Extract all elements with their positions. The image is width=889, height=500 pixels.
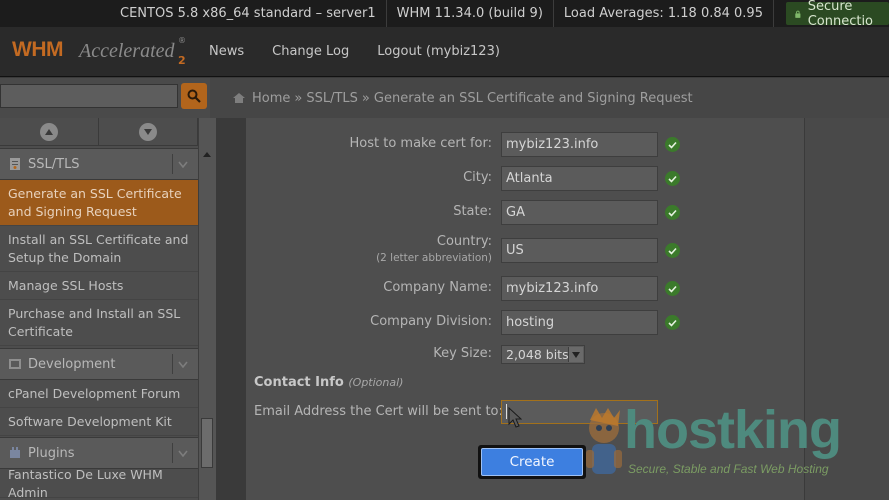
city-input[interactable]: Atlanta bbox=[501, 166, 658, 191]
search-icon bbox=[187, 89, 201, 103]
division-row: Company Division: hosting bbox=[246, 310, 806, 336]
text-caret bbox=[506, 404, 507, 419]
contact-title: Contact Info bbox=[254, 375, 344, 390]
chevron-down-icon[interactable] bbox=[172, 154, 192, 174]
check-icon bbox=[665, 205, 680, 220]
city-label: City: bbox=[463, 170, 492, 185]
create-button[interactable]: Create bbox=[478, 445, 586, 479]
division-label: Company Division: bbox=[370, 314, 492, 329]
country-sublabel: (2 letter abbreviation) bbox=[376, 252, 492, 264]
dropdown-arrow-icon[interactable] bbox=[568, 347, 583, 362]
state-label: State: bbox=[453, 204, 492, 219]
company-row: Company Name: mybiz123.info bbox=[246, 276, 806, 302]
load-averages: Load Averages: 1.18 0.84 0.95 bbox=[554, 0, 774, 27]
check-icon bbox=[665, 171, 680, 186]
country-label-group: Country: (2 letter abbreviation) bbox=[376, 234, 492, 266]
breadcrumb-section[interactable]: SSL/TLS bbox=[306, 91, 358, 106]
sidebar-item-manage-ssl[interactable]: Manage SSL Hosts bbox=[0, 272, 198, 300]
right-panel bbox=[805, 118, 889, 500]
country-label: Country: bbox=[436, 234, 492, 249]
check-icon bbox=[665, 315, 680, 330]
secure-connection-text: Secure Connectio bbox=[807, 0, 874, 29]
breadcrumb-separator: » bbox=[361, 90, 370, 106]
keysize-selected: 2,048 bits bbox=[506, 347, 569, 362]
state-input[interactable]: GA bbox=[501, 200, 658, 225]
arrow-down-icon bbox=[139, 122, 157, 141]
host-row: Host to make cert for: mybiz123.info bbox=[246, 132, 806, 158]
mouse-cursor-icon bbox=[508, 407, 522, 428]
sidebar-item-install-ssl[interactable]: Install an SSL Certificate and Setup the… bbox=[0, 226, 198, 272]
division-input[interactable]: hosting bbox=[501, 310, 658, 335]
keysize-label: Key Size: bbox=[433, 346, 492, 361]
sidebar-section-ssl[interactable]: SSL/TLS bbox=[0, 148, 198, 180]
ssl-form-panel: Host to make cert for: mybiz123.info Cit… bbox=[245, 118, 805, 500]
check-icon bbox=[665, 281, 680, 296]
sidebar-scroll-down[interactable] bbox=[99, 118, 198, 145]
scroll-up-arrow-icon[interactable] bbox=[203, 152, 211, 157]
logo-whm: WHM bbox=[12, 37, 63, 61]
logo-accelerated: Accelerated bbox=[79, 39, 175, 62]
sidebar-section-label: Development bbox=[28, 356, 116, 372]
whm-logo[interactable]: WHM Accelerated ® 2 bbox=[12, 32, 192, 72]
city-row: City: Atlanta bbox=[246, 166, 806, 192]
search-button[interactable] bbox=[181, 83, 207, 109]
status-bar: CENTOS 5.8 x86_64 standard – server1 WHM… bbox=[0, 0, 889, 29]
sidebar-scroll-controls bbox=[0, 118, 198, 146]
breadcrumb: Home » SSL/TLS » Generate an SSL Certifi… bbox=[210, 78, 889, 118]
nav-changelog-link[interactable]: Change Log bbox=[272, 44, 349, 59]
keysize-select[interactable]: 2,048 bits bbox=[501, 345, 585, 364]
contact-optional: (Optional) bbox=[348, 376, 404, 389]
sidebar-section-development[interactable]: Development bbox=[0, 348, 198, 380]
breadcrumb-home[interactable]: Home bbox=[252, 91, 290, 106]
state-row: State: GA bbox=[246, 200, 806, 226]
sidebar-scrollbar[interactable] bbox=[198, 118, 216, 500]
country-input[interactable]: US bbox=[501, 238, 658, 263]
sidebar-item-sdk[interactable]: Software Development Kit bbox=[0, 408, 198, 436]
sidebar: SSL/TLS Generate an SSL Certificate and … bbox=[0, 118, 198, 500]
sidebar-item-fantastico[interactable]: Fantastico De Luxe WHM Admin bbox=[0, 467, 198, 500]
breadcrumb-current: Generate an SSL Certificate and Signing … bbox=[373, 90, 693, 106]
chevron-down-icon[interactable] bbox=[172, 354, 192, 374]
sidebar-item-generate-ssl[interactable]: Generate an SSL Certificate and Signing … bbox=[0, 180, 198, 226]
whm-version: WHM 11.34.0 (build 9) bbox=[387, 0, 554, 27]
secure-connection-badge: Secure Connectio bbox=[785, 0, 889, 29]
sidebar-section-label: Plugins bbox=[28, 445, 75, 461]
sidebar-item-cpanel-forum[interactable]: cPanel Development Forum bbox=[0, 380, 198, 408]
lock-icon bbox=[795, 10, 801, 18]
sidebar-section-label: SSL/TLS bbox=[28, 156, 80, 172]
company-input[interactable]: mybiz123.info bbox=[501, 276, 658, 301]
logo-registered: ® bbox=[178, 35, 186, 45]
sidebar-scroll-up[interactable] bbox=[0, 118, 99, 145]
host-label: Host to make cert for: bbox=[349, 136, 493, 151]
email-label: Email Address the Cert will be sent to: bbox=[254, 404, 503, 419]
nav-logout-link[interactable]: Logout (mybiz123) bbox=[377, 44, 500, 59]
top-navigation: WHM Accelerated ® 2 News Change Log Logo… bbox=[0, 27, 889, 77]
company-label: Company Name: bbox=[383, 280, 492, 295]
keysize-row: Key Size: 2,048 bits bbox=[246, 345, 806, 371]
plugin-icon bbox=[10, 447, 20, 458]
search-input[interactable] bbox=[0, 84, 178, 108]
country-row: Country: (2 letter abbreviation) US bbox=[246, 234, 806, 264]
arrow-up-icon bbox=[40, 122, 58, 141]
scrollbar-thumb[interactable] bbox=[201, 418, 213, 468]
sidebar-item-purchase-ssl[interactable]: Purchase and Install an SSL Certificate bbox=[0, 300, 198, 346]
contact-info-heading: Contact Info (Optional) bbox=[254, 375, 403, 390]
sidebar-section-plugins[interactable]: Plugins bbox=[0, 437, 198, 469]
nav-news-link[interactable]: News bbox=[209, 44, 244, 59]
server-info: CENTOS 5.8 x86_64 standard – server1 bbox=[110, 0, 387, 27]
logo-version: 2 bbox=[178, 53, 186, 67]
check-icon bbox=[665, 243, 680, 258]
check-icon bbox=[665, 137, 680, 152]
breadcrumb-separator: » bbox=[294, 90, 303, 106]
certificate-icon bbox=[10, 158, 20, 170]
host-input[interactable]: mybiz123.info bbox=[501, 132, 658, 157]
home-icon bbox=[233, 93, 245, 103]
chevron-down-icon[interactable] bbox=[172, 443, 192, 463]
nav-links: News Change Log Logout (mybiz123) bbox=[209, 44, 500, 59]
development-icon bbox=[9, 359, 21, 369]
search-area bbox=[0, 78, 210, 118]
email-input[interactable] bbox=[501, 400, 658, 424]
create-button-label: Create bbox=[481, 448, 583, 476]
